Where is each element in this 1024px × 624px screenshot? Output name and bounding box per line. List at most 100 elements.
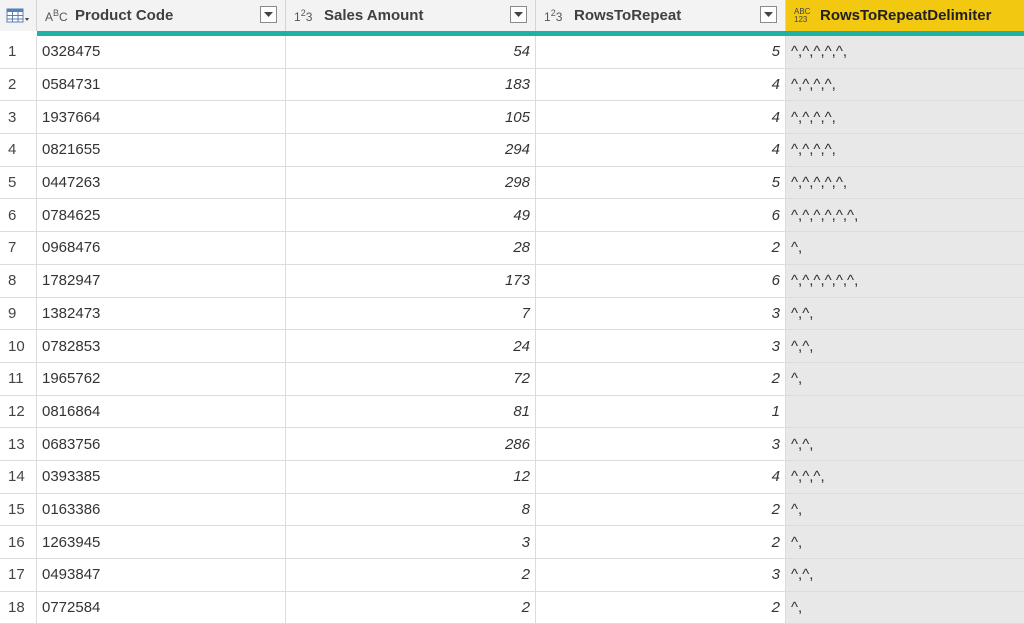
cell-rows-to-repeat[interactable]: 1	[536, 395, 786, 428]
column-header-rows-to-repeat[interactable]: 123 RowsToRepeat	[536, 0, 786, 31]
cell-product-code[interactable]: 1937664	[37, 101, 286, 134]
cell-sales-amount[interactable]: 2	[286, 559, 536, 591]
cell-rows-to-repeat-delimiter[interactable]: ^,^,	[786, 330, 1024, 362]
filter-dropdown-button[interactable]	[510, 6, 527, 23]
cell-sales-amount[interactable]: 173	[286, 264, 536, 297]
cell-rows-to-repeat-delimiter[interactable]: ^,^,^,^,	[786, 101, 1024, 134]
cell-product-code[interactable]: 0816864	[37, 395, 286, 428]
cell-rows-to-repeat[interactable]: 2	[536, 591, 786, 624]
table-row[interactable]: 7 0968476 28 2 ^,	[0, 232, 1024, 265]
cell-product-code[interactable]: 0328475	[37, 36, 286, 68]
cell-sales-amount[interactable]: 54	[286, 36, 536, 68]
cell-rows-to-repeat-delimiter[interactable]: ^,^,	[786, 297, 1024, 330]
text-type-icon[interactable]: ABC	[45, 8, 71, 23]
cell-product-code[interactable]: 0493847	[37, 559, 286, 591]
filter-dropdown-button[interactable]	[760, 6, 777, 23]
column-header-product-code[interactable]: ABC Product Code	[37, 0, 286, 31]
cell-rows-to-repeat-delimiter[interactable]: ^,	[786, 232, 1024, 264]
table-row[interactable]: 4 0821655 294 4 ^,^,^,^,	[0, 134, 1024, 167]
cell-sales-amount[interactable]: 298	[286, 166, 536, 199]
table-row[interactable]: 12 0816864 81 1	[0, 395, 1024, 429]
cell-rows-to-repeat[interactable]: 5	[536, 36, 786, 68]
cell-sales-amount[interactable]: 81	[286, 395, 536, 428]
cell-product-code[interactable]: 0782853	[37, 330, 286, 362]
table-row[interactable]: 17 0493847 2 3 ^,^,	[0, 559, 1024, 592]
cell-sales-amount[interactable]: 3	[286, 526, 536, 558]
cell-product-code[interactable]: 0683756	[37, 428, 286, 460]
table-row[interactable]: 14 0393385 12 4 ^,^,^,	[0, 460, 1024, 494]
table-row[interactable]: 15 0163386 8 2 ^,	[0, 493, 1024, 527]
cell-rows-to-repeat-delimiter[interactable]: ^,^,^,^,^,	[786, 166, 1024, 199]
cell-rows-to-repeat-delimiter[interactable]: ^,^,	[786, 559, 1024, 591]
column-header-rows-to-repeat-delimiter[interactable]: ABC 123 RowsToRepeatDelimiter	[786, 0, 1024, 31]
column-header-sales-amount[interactable]: 123 Sales Amount	[286, 0, 536, 31]
cell-rows-to-repeat[interactable]: 4	[536, 68, 786, 101]
cell-product-code[interactable]: 1965762	[37, 362, 286, 395]
cell-sales-amount[interactable]: 28	[286, 232, 536, 264]
table-row[interactable]: 2 0584731 183 4 ^,^,^,^,	[0, 68, 1024, 102]
cell-rows-to-repeat[interactable]: 3	[536, 428, 786, 460]
cell-rows-to-repeat[interactable]: 3	[536, 297, 786, 330]
table-row[interactable]: 8 1782947 173 6 ^,^,^,^,^,^,	[0, 264, 1024, 298]
cell-rows-to-repeat-delimiter[interactable]: ^,^,	[786, 428, 1024, 460]
cell-rows-to-repeat-delimiter[interactable]: ^,	[786, 526, 1024, 558]
cell-rows-to-repeat-delimiter[interactable]: ^,^,^,^,	[786, 68, 1024, 101]
cell-rows-to-repeat-delimiter[interactable]: ^,^,^,^,^,^,	[786, 199, 1024, 232]
cell-rows-to-repeat-delimiter[interactable]: ^,	[786, 493, 1024, 526]
cell-rows-to-repeat[interactable]: 4	[536, 460, 786, 493]
table-row[interactable]: 10 0782853 24 3 ^,^,	[0, 330, 1024, 363]
cell-rows-to-repeat[interactable]: 3	[536, 330, 786, 362]
cell-sales-amount[interactable]: 183	[286, 68, 536, 101]
cell-product-code[interactable]: 0772584	[37, 591, 286, 624]
cell-product-code[interactable]: 0968476	[37, 232, 286, 264]
cell-product-code[interactable]: 0163386	[37, 493, 286, 526]
cell-rows-to-repeat[interactable]: 6	[536, 199, 786, 232]
cell-sales-amount[interactable]: 7	[286, 297, 536, 330]
table-row[interactable]: 16 1263945 3 2 ^,	[0, 526, 1024, 559]
cell-product-code[interactable]: 0393385	[37, 460, 286, 493]
cell-rows-to-repeat[interactable]: 4	[536, 101, 786, 134]
cell-rows-to-repeat-delimiter[interactable]: ^,^,^,	[786, 460, 1024, 493]
table-row[interactable]: 13 0683756 286 3 ^,^,	[0, 428, 1024, 461]
cell-rows-to-repeat[interactable]: 2	[536, 362, 786, 395]
cell-rows-to-repeat-delimiter[interactable]	[786, 395, 1024, 428]
cell-rows-to-repeat[interactable]: 3	[536, 559, 786, 591]
table-row[interactable]: 5 0447263 298 5 ^,^,^,^,^,	[0, 166, 1024, 200]
cell-sales-amount[interactable]: 8	[286, 493, 536, 526]
cell-sales-amount[interactable]: 72	[286, 362, 536, 395]
cell-sales-amount[interactable]: 2	[286, 591, 536, 624]
cell-rows-to-repeat[interactable]: 2	[536, 493, 786, 526]
cell-rows-to-repeat-delimiter[interactable]: ^,	[786, 362, 1024, 395]
table-menu-button[interactable]	[0, 0, 37, 31]
cell-product-code[interactable]: 1782947	[37, 264, 286, 297]
cell-product-code[interactable]: 0447263	[37, 166, 286, 199]
cell-product-code[interactable]: 1382473	[37, 297, 286, 330]
cell-rows-to-repeat-delimiter[interactable]: ^,^,^,^,^,	[786, 36, 1024, 68]
cell-rows-to-repeat-delimiter[interactable]: ^,	[786, 591, 1024, 624]
table-row[interactable]: 11 1965762 72 2 ^,	[0, 362, 1024, 396]
cell-sales-amount[interactable]: 294	[286, 134, 536, 166]
table-row[interactable]: 1 0328475 54 5 ^,^,^,^,^,	[0, 36, 1024, 69]
cell-rows-to-repeat-delimiter[interactable]: ^,^,^,^,	[786, 134, 1024, 166]
whole-number-type-icon[interactable]: 123	[294, 8, 320, 23]
cell-sales-amount[interactable]: 105	[286, 101, 536, 134]
cell-rows-to-repeat[interactable]: 2	[536, 526, 786, 558]
whole-number-type-icon[interactable]: 123	[544, 8, 570, 23]
cell-rows-to-repeat[interactable]: 6	[536, 264, 786, 297]
table-row[interactable]: 9 1382473 7 3 ^,^,	[0, 297, 1024, 331]
cell-sales-amount[interactable]: 49	[286, 199, 536, 232]
cell-product-code[interactable]: 0821655	[37, 134, 286, 166]
table-row[interactable]: 6 0784625 49 6 ^,^,^,^,^,^,	[0, 199, 1024, 233]
table-row[interactable]: 18 0772584 2 2 ^,	[0, 591, 1024, 624]
cell-rows-to-repeat-delimiter[interactable]: ^,^,^,^,^,^,	[786, 264, 1024, 297]
cell-rows-to-repeat[interactable]: 2	[536, 232, 786, 264]
cell-product-code[interactable]: 1263945	[37, 526, 286, 558]
cell-rows-to-repeat[interactable]: 4	[536, 134, 786, 166]
cell-sales-amount[interactable]: 12	[286, 460, 536, 493]
any-type-icon[interactable]: ABC 123	[794, 7, 816, 24]
cell-product-code[interactable]: 0584731	[37, 68, 286, 101]
cell-product-code[interactable]: 0784625	[37, 199, 286, 232]
cell-sales-amount[interactable]: 24	[286, 330, 536, 362]
filter-dropdown-button[interactable]	[260, 6, 277, 23]
cell-rows-to-repeat[interactable]: 5	[536, 166, 786, 199]
